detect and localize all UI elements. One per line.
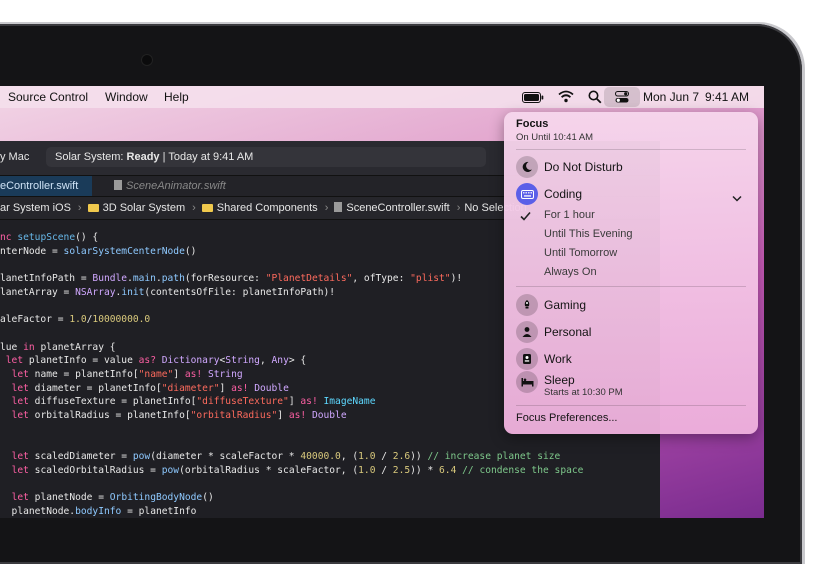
tab-label: eController.swift xyxy=(0,180,79,192)
search-icon[interactable] xyxy=(588,90,602,107)
focus-panel: Focus On Until 10:41 AM Do Not Disturb C… xyxy=(504,112,758,434)
do-not-disturb-label: Do Not Disturb xyxy=(544,160,623,174)
breadcrumb-item[interactable]: ar System iOS xyxy=(0,202,71,214)
option-for-1-hour[interactable]: For 1 hour xyxy=(544,209,595,221)
bed-icon xyxy=(516,371,538,393)
coding-label: Coding xyxy=(544,187,583,201)
focus-sleep[interactable]: Sleep Starts at 10:30 PM xyxy=(514,370,748,402)
option-always-on[interactable]: Always On xyxy=(544,266,597,278)
menu-date[interactable]: Mon Jun 7 xyxy=(643,90,699,104)
chevron-right-icon: › xyxy=(456,202,461,214)
focus-gaming[interactable]: Gaming xyxy=(514,293,748,317)
breadcrumb-item[interactable]: SceneController.swift xyxy=(346,202,449,214)
person-icon xyxy=(516,321,538,343)
divider xyxy=(516,405,746,406)
swift-file-icon xyxy=(334,202,343,212)
sleep-schedule: Starts at 10:30 PM xyxy=(544,387,623,398)
gaming-label: Gaming xyxy=(544,298,587,312)
menu-bar: Source Control Window Help Mon Jun 7 9:4… xyxy=(0,86,764,108)
focus-do-not-disturb[interactable]: Do Not Disturb xyxy=(514,155,748,179)
chevron-right-icon: › xyxy=(77,202,82,214)
sleep-label: Sleep xyxy=(544,373,575,387)
control-center-button[interactable] xyxy=(604,87,640,107)
focus-title: Focus xyxy=(516,118,549,130)
breadcrumb-item[interactable]: 3D Solar System xyxy=(103,202,186,214)
option-until-tomorrow[interactable]: Until Tomorrow xyxy=(544,247,617,259)
focus-personal[interactable]: Personal xyxy=(514,320,748,344)
focus-preferences-link[interactable]: Focus Preferences... xyxy=(516,412,618,424)
checkmark-icon xyxy=(520,208,531,226)
swift-file-icon xyxy=(114,180,122,190)
divider xyxy=(516,149,746,150)
status-bold: Ready xyxy=(126,151,160,163)
battery-icon[interactable] xyxy=(522,92,544,106)
divider xyxy=(516,286,746,287)
focus-coding[interactable]: Coding xyxy=(514,182,748,206)
personal-label: Personal xyxy=(544,325,592,339)
focus-work[interactable]: Work xyxy=(514,347,748,371)
tab-scene-animator[interactable]: SceneAnimator.swift xyxy=(112,176,226,196)
camera-icon xyxy=(142,55,152,65)
activity-status: Solar System: Ready | Today at 9:41 AM xyxy=(46,147,486,167)
menu-time[interactable]: 9:41 AM xyxy=(705,90,749,104)
badge-icon xyxy=(516,348,538,370)
status-suffix: | Today at 9:41 AM xyxy=(159,151,254,163)
screen: Source Control Window Help Mon Jun 7 9:4… xyxy=(0,86,764,518)
focus-subtitle: On Until 10:41 AM xyxy=(516,132,594,143)
wifi-icon[interactable] xyxy=(558,90,574,106)
work-label: Work xyxy=(544,352,572,366)
menu-source-control[interactable]: Source Control xyxy=(8,90,88,104)
menu-help[interactable]: Help xyxy=(164,90,189,104)
tab-scene-controller[interactable]: eController.swift xyxy=(0,176,92,196)
keyboard-icon xyxy=(516,183,538,205)
tab-label: SceneAnimator.swift xyxy=(126,180,226,192)
menu-window[interactable]: Window xyxy=(105,90,148,104)
scheme-selector[interactable]: y Mac xyxy=(0,151,29,163)
chevron-right-icon: › xyxy=(192,202,196,214)
option-until-this-evening[interactable]: Until This Evening xyxy=(544,228,632,240)
folder-icon xyxy=(87,204,99,212)
chevron-down-icon[interactable] xyxy=(732,189,742,207)
control-center-icon xyxy=(615,91,629,106)
moon-icon xyxy=(516,156,538,178)
rocket-icon xyxy=(516,294,538,316)
chevron-right-icon: › xyxy=(324,202,329,214)
status-prefix: Solar System: xyxy=(55,151,127,163)
folder-icon xyxy=(201,204,213,212)
breadcrumb-item[interactable]: Shared Components xyxy=(217,202,318,214)
